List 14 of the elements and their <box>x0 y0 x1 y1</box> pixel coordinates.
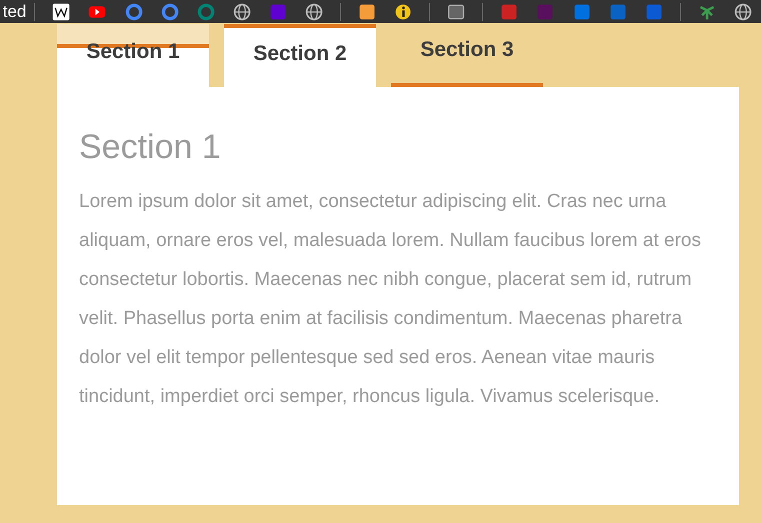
ring-icon[interactable] <box>124 2 143 22</box>
info-icon[interactable] <box>394 2 412 22</box>
bookmark-icon[interactable] <box>572 2 591 22</box>
tab[interactable]: Section 2 <box>224 24 376 87</box>
section-text: Lorem ipsum dolor sit amet, consectetur adipiscing elit. Cras nec urna aliquam, ornare eros vel, malesuada lorem. Nullam faucibus lorem at eros consectetur lobortis. Maecenas nec nibh congue, placerat sem id, rutrum velit. Phasellus porta enim at facilisis condimentum. Maecenas pharetra dolor vel elit tempor pellentesque sed sed eros. Aenean vitae mauris tincidunt, imperdiet orci semper, rhoncus ligula. Vivamus scelerisque. <box>79 190 702 409</box>
section-heading: Section 1 <box>79 127 222 168</box>
ring-icon[interactable] <box>196 2 215 22</box>
bookmark-icon[interactable] <box>358 2 376 22</box>
page-icon[interactable] <box>52 2 70 22</box>
bookmark-label[interactable]: ted <box>0 0 26 22</box>
ring-icon[interactable] <box>160 2 179 22</box>
globe-icon[interactable] <box>232 2 252 22</box>
globe-icon[interactable] <box>734 2 752 22</box>
globe-icon[interactable] <box>305 2 324 22</box>
